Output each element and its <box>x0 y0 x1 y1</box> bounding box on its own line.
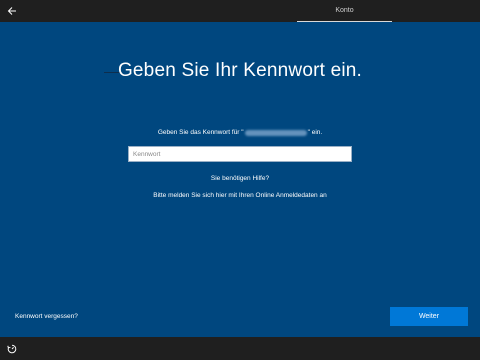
help-link[interactable]: Sie benötigen Hilfe? <box>0 175 480 182</box>
tab-konto-label: Konto <box>335 7 354 14</box>
online-signin-link[interactable]: Bitte melden Sie sich hier mit Ihren Onl… <box>0 192 480 199</box>
main-panel: Geben Sie Ihr Kennwort ein. Geben Sie da… <box>0 22 480 337</box>
page-title: Geben Sie Ihr Kennwort ein. <box>117 60 363 81</box>
top-bar: Konto <box>0 0 480 22</box>
back-arrow-icon[interactable] <box>4 3 20 19</box>
next-button[interactable]: Weiter <box>390 307 468 326</box>
prompt-suffix: " ein. <box>307 129 323 136</box>
bottom-bar <box>0 337 480 360</box>
forgot-password-link[interactable]: Kennwort vergessen? <box>15 313 78 320</box>
prompt-prefix: Geben Sie das Kennwort für " <box>157 129 244 136</box>
redacted-account <box>244 129 307 136</box>
password-input[interactable] <box>128 146 352 162</box>
ease-of-access-icon[interactable] <box>6 343 17 354</box>
password-prompt: Geben Sie das Kennwort für " " ein. <box>0 129 480 136</box>
tab-konto: Konto <box>297 0 392 22</box>
